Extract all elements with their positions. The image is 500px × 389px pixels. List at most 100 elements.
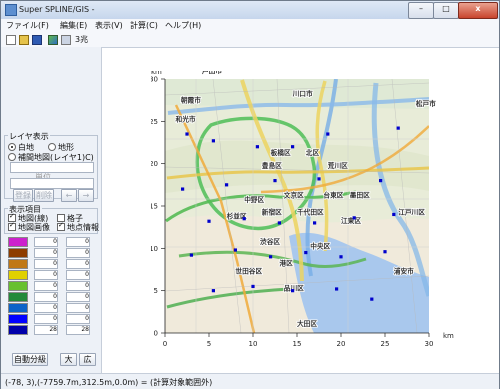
- data-point: [233, 248, 237, 252]
- app-icon: [5, 4, 17, 16]
- legend-value[interactable]: 0: [66, 303, 90, 313]
- legend-row: 00: [8, 248, 94, 258]
- radio-white: [8, 143, 16, 151]
- menu-bar: ファイル(F) 編集(E) 表示(V) 計算(C) ヘルプ(H): [1, 19, 499, 33]
- title-bar: Super SPLINE/GIS - – □ x: [1, 1, 499, 19]
- legend-value[interactable]: 0: [66, 292, 90, 302]
- legend-color-swatch: [8, 248, 28, 258]
- legend-value[interactable]: 0: [66, 248, 90, 258]
- data-point: [379, 179, 383, 183]
- place-label: 港区: [279, 258, 293, 267]
- layer-input[interactable]: [10, 162, 94, 173]
- data-point: [225, 183, 229, 187]
- legend-value[interactable]: 0: [34, 237, 58, 247]
- legend-value[interactable]: 0: [34, 270, 58, 280]
- data-point: [317, 177, 321, 181]
- register-button[interactable]: 登録: [13, 189, 33, 202]
- close-button[interactable]: x: [458, 2, 498, 19]
- legend-value[interactable]: 0: [66, 259, 90, 269]
- save-icon[interactable]: [32, 35, 42, 45]
- map-image-label: 地図画像: [18, 223, 50, 232]
- legend-value[interactable]: 0: [34, 259, 58, 269]
- menu-calc[interactable]: 計算(C): [130, 20, 158, 31]
- x-tick-label: 0: [163, 340, 167, 348]
- menu-file[interactable]: ファイル(F): [6, 20, 49, 31]
- place-label: 浦安市: [394, 267, 414, 276]
- legend-value[interactable]: 0: [66, 281, 90, 291]
- minimize-button[interactable]: –: [408, 2, 434, 19]
- legend-value[interactable]: 28: [66, 325, 90, 335]
- legend-value[interactable]: 28: [34, 325, 58, 335]
- legend-value[interactable]: 0: [66, 237, 90, 247]
- minimize-icon: –: [419, 4, 423, 13]
- menu-help[interactable]: ヘルプ(H): [165, 20, 201, 31]
- legend-value[interactable]: 0: [34, 303, 58, 313]
- unit-input[interactable]: [10, 178, 94, 189]
- legend-color-swatch: [8, 270, 28, 280]
- legend-value[interactable]: 0: [34, 314, 58, 324]
- y-tick-label: 20: [151, 160, 158, 168]
- maximize-button[interactable]: □: [433, 2, 459, 19]
- next-button[interactable]: →: [78, 189, 94, 202]
- data-point: [352, 216, 356, 220]
- data-point: [269, 255, 273, 259]
- legend-value[interactable]: 0: [34, 281, 58, 291]
- place-label: 文京区: [284, 191, 304, 200]
- y-tick-label: 0: [154, 330, 158, 338]
- legend-value[interactable]: 0: [34, 292, 58, 302]
- place-label: 千代田区: [297, 207, 324, 216]
- place-label: 戸田市: [202, 71, 222, 75]
- place-label: 北区: [306, 148, 320, 157]
- data-point: [185, 132, 189, 136]
- large-button[interactable]: 大: [60, 353, 77, 366]
- open-folder-icon[interactable]: [19, 35, 29, 45]
- prev-button[interactable]: ←: [61, 189, 77, 202]
- legend-row: 00: [8, 314, 94, 324]
- place-label: 台東区: [323, 191, 343, 200]
- data-point: [211, 289, 215, 293]
- x-tick-label: 20: [337, 340, 346, 348]
- display-items-group: 表示項目 地図(線) 格子 地図画像 地点情報: [4, 204, 99, 234]
- legend-row: 28 28: [8, 325, 94, 335]
- map-chart[interactable]: 0 5 10 15 20 25 30 0 5 10 15 20 25 30 戸田市川口市松戸市 朝霞市和光…: [151, 71, 456, 353]
- help-icon[interactable]: [61, 35, 71, 45]
- delete-button[interactable]: 削除: [34, 189, 54, 202]
- legend-row: 00: [8, 292, 94, 302]
- data-point: [255, 145, 259, 149]
- map-icon[interactable]: [48, 35, 58, 45]
- legend-color-swatch: [8, 314, 28, 324]
- toolbar: 3兆: [1, 32, 499, 48]
- new-file-icon[interactable]: [6, 35, 16, 45]
- legend-row: 00: [8, 303, 94, 313]
- zoom-label: 3兆: [75, 35, 89, 44]
- wide-button[interactable]: 広: [79, 353, 96, 366]
- legend-value[interactable]: 0: [66, 314, 90, 324]
- x-tick-label: 10: [249, 340, 258, 348]
- white-map-label: 白地: [18, 143, 34, 152]
- point-info-check[interactable]: 地点情報: [57, 221, 99, 233]
- auto-classify-button[interactable]: 自動分級: [12, 353, 48, 366]
- data-point: [339, 255, 343, 259]
- point-info-checkbox: [57, 221, 65, 231]
- data-point: [273, 179, 277, 183]
- legend-value[interactable]: 0: [34, 248, 58, 258]
- maximize-icon: □: [442, 4, 450, 13]
- application-window: Super SPLINE/GIS - – □ x ファイル(F) 編集(E) 表…: [0, 0, 500, 389]
- place-label: 世田谷区: [235, 267, 262, 276]
- place-label: 朝霞市: [181, 96, 201, 105]
- data-point: [370, 297, 374, 301]
- data-point: [251, 284, 255, 289]
- map-image-check[interactable]: 地図画像: [8, 221, 50, 233]
- y-tick-label: 25: [151, 118, 158, 126]
- menu-edit[interactable]: 編集(E): [60, 20, 87, 31]
- data-point: [383, 250, 387, 254]
- place-label: 中野区: [244, 195, 264, 204]
- data-point: [207, 219, 211, 223]
- x-tick-label: 5: [207, 340, 211, 348]
- map-chart-area[interactable]: 0 5 10 15 20 25 30 0 5 10 15 20 25 30 戸田市 川口市 松戸市 朝霞市 和光…: [102, 47, 499, 374]
- legend-value[interactable]: 0: [66, 270, 90, 280]
- interpolated-map-label: 補間地図(レイヤ1)C): [18, 153, 94, 162]
- place-label: 松戸市: [416, 99, 436, 108]
- data-point: [291, 145, 295, 149]
- menu-view[interactable]: 表示(V): [95, 20, 123, 31]
